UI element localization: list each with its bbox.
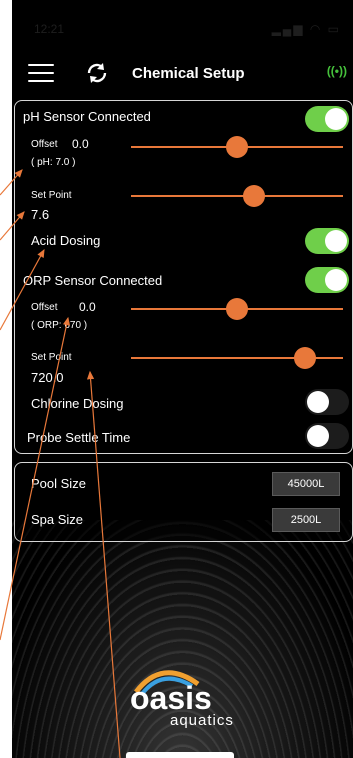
spa-size-label: Spa Size [31,512,84,527]
chlorine-dosing-toggle[interactable] [305,389,349,415]
sensor-settings-card: pH Sensor Connected Offset 0.0 ( pH: 7.0… [14,100,353,454]
spa-size-input[interactable]: 2500L [272,508,340,532]
orp-setpoint-value: 720.0 [31,370,64,385]
size-settings-card: Pool Size 45000L Spa Size 2500L [14,462,353,542]
orp-setpoint-slider[interactable] [131,347,343,369]
slider-thumb[interactable] [293,347,316,369]
acid-dosing-label: Acid Dosing [31,233,101,248]
oasis-aquatics-logo: oasis aquatics [12,660,353,730]
header: Chemical Setup ((•)) [12,56,353,92]
orp-offset-slider[interactable] [131,298,343,320]
probe-settle-label: Probe Settle Time [27,430,131,445]
status-icons: ▂▄▆ ◠ ▭ [271,22,341,36]
orp-sensor-label: ORP Sensor Connected [23,273,163,288]
ph-setpoint-slider[interactable] [131,185,343,207]
probe-settle-toggle[interactable] [305,423,349,449]
logo-word-aquatics: aquatics [170,712,234,729]
ph-offset-label: Offset [31,139,58,150]
orp-sensor-toggle[interactable] [305,267,349,293]
home-indicator [126,752,234,758]
refresh-icon[interactable] [84,60,110,86]
orp-setpoint-label: Set Point [31,352,72,363]
phone-screen: 12:21 ▂▄▆ ◠ ▭ Chemical Setup ((•)) pH Se… [12,0,353,758]
ph-setpoint-label: Set Point [31,190,72,201]
orp-offset-value: 0.0 [79,300,96,314]
hamburger-icon[interactable] [28,64,54,82]
ph-sensor-toggle[interactable] [305,106,349,132]
ph-offset-reading: ( pH: 7.0 ) [31,157,76,168]
orp-offset-label: Offset [31,302,58,313]
ph-setpoint-value: 7.6 [31,207,50,222]
acid-dosing-toggle[interactable] [305,228,349,254]
pool-size-label: Pool Size [31,476,86,491]
connection-status-icon: ((•)) [326,64,347,78]
pool-size-input[interactable]: 45000L [272,472,340,496]
status-bar: 12:21 ▂▄▆ ◠ ▭ [12,22,353,40]
slider-thumb[interactable] [242,185,265,207]
ph-sensor-label: pH Sensor Connected [23,109,151,124]
ph-offset-slider[interactable] [131,136,343,158]
ph-offset-value: 0.0 [72,137,89,151]
status-time: 12:21 [34,22,65,36]
slider-thumb[interactable] [226,298,248,320]
slider-thumb[interactable] [226,136,248,158]
chlorine-dosing-label: Chlorine Dosing [31,396,124,411]
orp-offset-reading: ( ORP: 670 ) [31,320,88,331]
page-title: Chemical Setup [132,65,245,82]
